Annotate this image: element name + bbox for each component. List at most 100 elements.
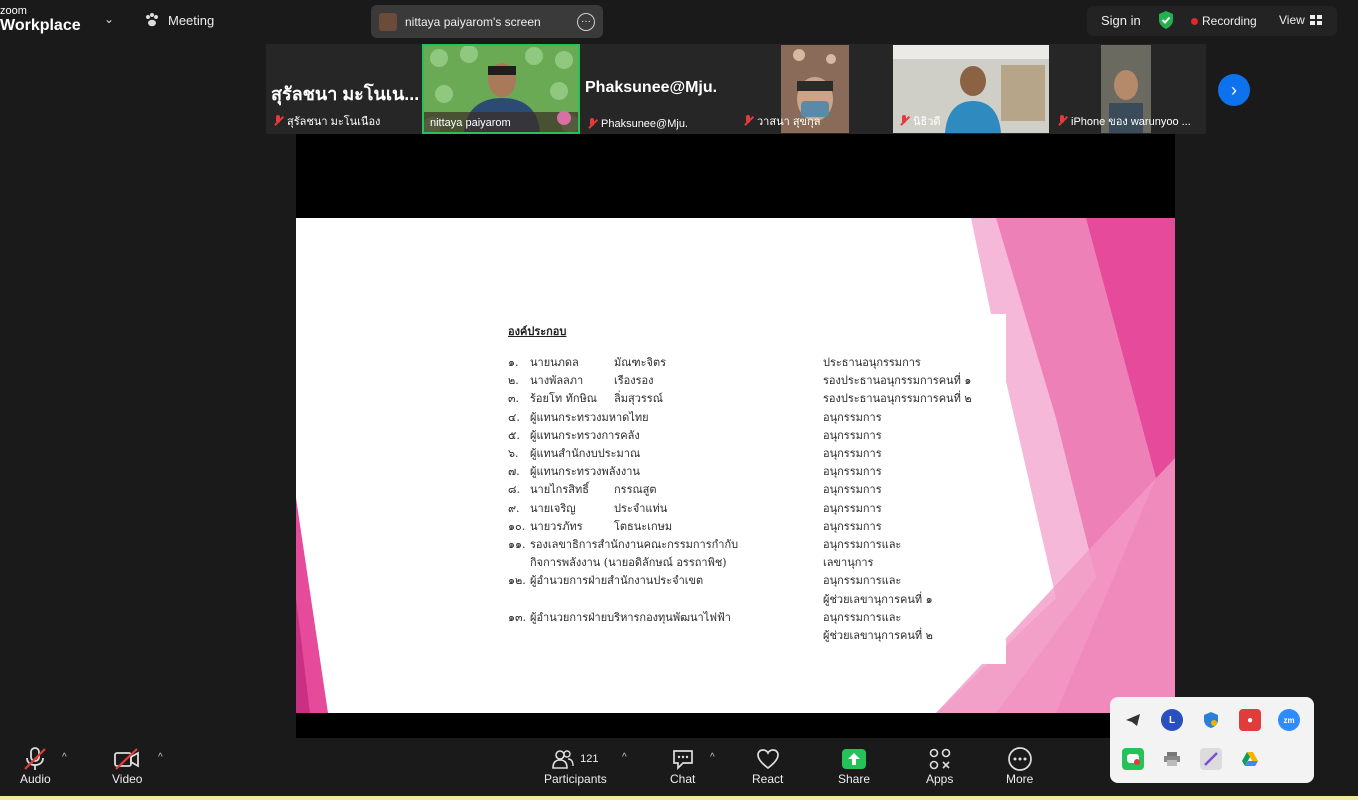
clock-app-icon[interactable]: L <box>1161 709 1183 731</box>
chevron-right-icon: › <box>1231 79 1237 100</box>
member-surname: โตธนะเกษม <box>614 519 673 533</box>
video-button[interactable]: Video <box>112 746 142 786</box>
share-button[interactable]: Share <box>838 746 870 786</box>
member-name: ผู้แทนกระทรวงพลังงาน <box>530 465 640 479</box>
telegram-icon[interactable] <box>1122 709 1144 731</box>
participants-label: Participants <box>544 772 607 786</box>
printer-icon[interactable] <box>1161 748 1183 770</box>
audio-button[interactable]: Audio <box>20 746 51 786</box>
participant-name: นิธิวดี <box>913 116 941 128</box>
member-role: อนุกรรมการ <box>823 501 882 515</box>
more-label: More <box>1006 772 1034 786</box>
participant-tile[interactable]: นิธิวดี <box>892 44 1050 134</box>
pen-icon[interactable] <box>1200 748 1222 770</box>
member-name: ผู้อำนวยการฝ่ายสำนักงานประจำเขต <box>530 574 704 588</box>
defender-shield-icon[interactable] <box>1200 709 1222 731</box>
more-button[interactable]: More <box>1006 746 1033 786</box>
chat-button[interactable]: Chat <box>670 746 695 786</box>
row-number: ๖. <box>508 447 519 460</box>
member-role: อนุกรรมการและ <box>823 610 902 624</box>
participant-name: Phaksunee@Mju. <box>601 118 688 130</box>
share-screen-icon <box>842 749 867 769</box>
participant-name: สุรัลชนา มะโนเนือง <box>287 116 381 128</box>
member-name: นายเจริญ <box>530 501 576 515</box>
participant-tile[interactable]: iPhone ของ warunyoo ... <box>1050 44 1206 134</box>
video-off-icon <box>114 748 140 770</box>
participant-name: nittaya paiyarom <box>430 117 511 129</box>
audio-options-caret[interactable]: ^ <box>62 752 67 763</box>
screen-recorder-icon[interactable]: ● <box>1239 709 1261 731</box>
row-number: ๙. <box>508 501 520 515</box>
more-options-icon[interactable]: ··· <box>577 12 595 31</box>
mic-muted-icon <box>1057 115 1067 127</box>
video-label: Video <box>112 772 143 786</box>
shield-icon[interactable] <box>1157 10 1175 30</box>
screen-share-label: nittaya paiyarom's screen <box>405 14 541 29</box>
row-number: ๔. <box>508 410 520 424</box>
recording-indicator[interactable]: Recording <box>1191 14 1257 28</box>
member-name: ผู้อำนวยการฝ่ายบริหารกองทุนพัฒนาไฟฟ้า <box>530 610 731 624</box>
member-surname: กรรณสูต <box>614 483 657 497</box>
grid-icon <box>1309 15 1322 25</box>
row-number: ๘. <box>508 483 520 497</box>
row-number: ๑๐. <box>508 519 526 533</box>
row-number: ๑๒. <box>508 574 526 588</box>
member-surname: ประจำแท่น <box>614 501 668 515</box>
slide-heading: องค์ประกอบ <box>508 325 567 338</box>
member-role: รองประธานอนุกรรมการคนที่ ๑ <box>823 374 972 388</box>
more-icon <box>1007 747 1032 771</box>
zoom-logo: zoom Workplace <box>0 5 81 35</box>
participant-tile[interactable]: วาสนา สุขกุล <box>736 44 892 134</box>
google-drive-icon[interactable] <box>1239 748 1261 770</box>
member-role: ผู้ช่วยเลขานุการคนที่ ๒ <box>823 629 933 642</box>
participant-name-large: Phaksunee@Mju. <box>585 79 718 96</box>
video-options-caret[interactable]: ^ <box>158 752 163 763</box>
zoom-tray-icon[interactable]: zm <box>1278 709 1300 731</box>
paw-icon <box>146 13 158 27</box>
heart-icon <box>756 749 779 770</box>
sign-in-button[interactable]: Sign in <box>1101 13 1141 28</box>
meeting-info-button[interactable]: Meeting <box>144 12 214 28</box>
avatar <box>379 12 397 31</box>
member-role: อนุกรรมการ <box>823 410 882 424</box>
react-button[interactable]: React <box>752 746 783 786</box>
apps-label: Apps <box>926 772 954 786</box>
participant-tile[interactable]: Phaksunee@Mju. Phaksunee@Mju. <box>580 44 736 134</box>
chat-options-caret[interactable]: ^ <box>710 752 715 763</box>
chevron-down-icon[interactable]: ⌄ <box>104 12 114 26</box>
slide-decoration <box>296 218 1175 713</box>
shared-screen: องค์ประกอบ ๑. นายนภดล มัณฑะจิตร ประธานอนุกร… <box>296 134 1175 738</box>
participant-name: iPhone ของ warunyoo ... <box>1071 116 1191 128</box>
participants-button[interactable]: 121 Participants <box>544 746 607 786</box>
row-number: ๑๑. <box>508 538 526 551</box>
member-role: เลขานุการ <box>823 556 874 570</box>
member-role: อนุกรรมการและ <box>823 538 902 551</box>
screen-share-indicator[interactable]: nittaya paiyarom's screen ··· <box>371 5 603 38</box>
participant-tile[interactable]: สุรัลชนา มะโนเน... สุรัลชนา มะโนเนือง <box>266 44 422 134</box>
next-page-button[interactable]: › <box>1218 74 1250 106</box>
chat-icon <box>672 750 693 770</box>
line-app-icon[interactable] <box>1122 748 1144 770</box>
apps-button[interactable]: Apps <box>926 746 953 786</box>
participants-icon <box>552 750 574 769</box>
system-tray-overflow: L ● zm <box>1110 697 1314 783</box>
member-surname: มัณฑะจิตร <box>614 356 666 369</box>
member-name: ผู้แทนกระทรวงมหาดไทย <box>530 410 649 424</box>
share-label: Share <box>838 772 871 786</box>
row-number: ๑. <box>508 356 519 369</box>
participants-options-caret[interactable]: ^ <box>622 752 627 763</box>
member-role: ประธานอนุกรรมการ <box>823 356 921 369</box>
view-label: View <box>1279 13 1305 27</box>
view-button[interactable]: View <box>1279 13 1322 27</box>
participant-name-large: สุรัลชนา มะโนเน... <box>271 84 420 104</box>
logo-top-text: zoom <box>0 5 27 17</box>
slide-content: องค์ประกอบ <box>508 322 1008 358</box>
chat-label: Chat <box>670 772 696 786</box>
member-surname: ลิ่มสุวรรณ์ <box>614 392 663 406</box>
participant-tile-active-speaker[interactable]: nittaya paiyarom <box>422 44 580 134</box>
row-number: ๒. <box>508 374 519 388</box>
member-role: ผู้ช่วยเลขานุการคนที่ ๑ <box>823 592 933 606</box>
member-role: อนุกรรมการ <box>823 483 882 497</box>
participant-gallery: สุรัลชนา มะโนเน... สุรัลชนา มะโนเนือง ni… <box>266 44 1206 134</box>
member-role: อนุกรรมการ <box>823 519 882 533</box>
